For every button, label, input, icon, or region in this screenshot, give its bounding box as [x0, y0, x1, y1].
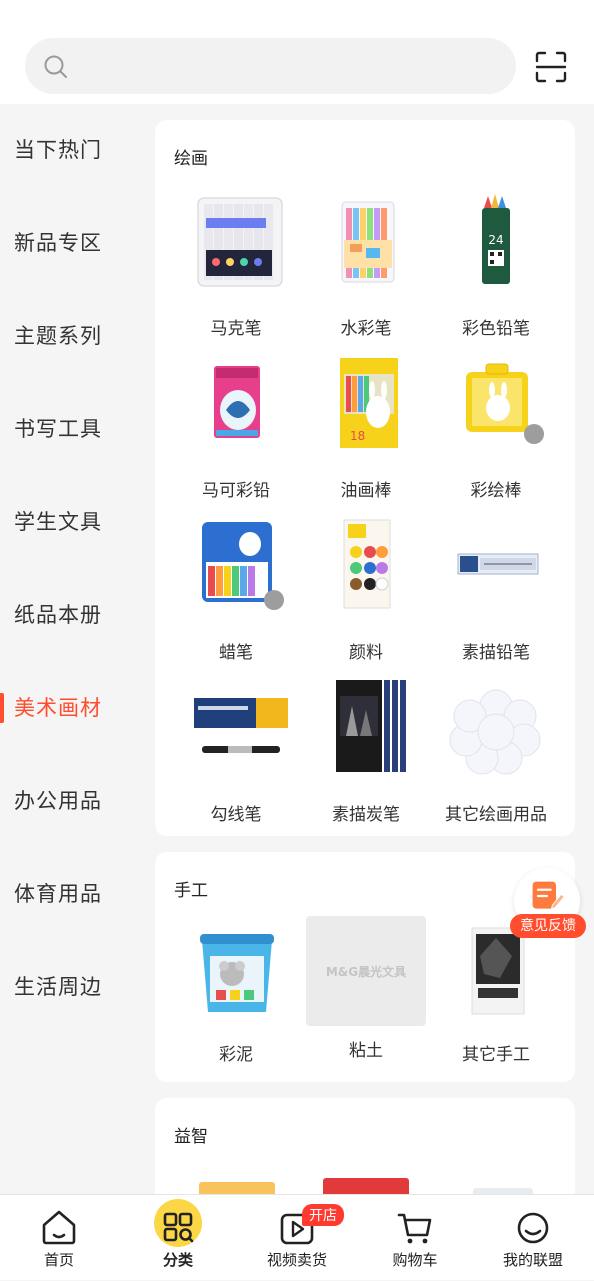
section-card-painting: 绘画 马克笔 水彩笔 24 彩色铅笔 马可彩铅 18 油画棒 彩绘棒 蜡笔 颜料…: [155, 120, 575, 836]
sidebar-item-theme[interactable]: 主题系列: [0, 306, 138, 366]
product-label: 素描炭笔: [332, 805, 400, 825]
product-label: 彩色铅笔: [462, 319, 530, 339]
color-pencil-box-image: [214, 366, 260, 438]
tab-label: 视频卖货: [266, 1251, 327, 1269]
feedback-label: 意见反馈: [510, 914, 586, 938]
marker-pen-image: [197, 197, 283, 287]
product-item[interactable]: 其它绘画用品: [431, 676, 561, 825]
product-item[interactable]: 彩泥: [171, 916, 301, 1065]
product-label: 水彩笔: [340, 319, 392, 339]
sidebar-item-student[interactable]: 学生文具: [0, 492, 138, 552]
product-label: 彩绘棒: [470, 481, 522, 501]
tab-home[interactable]: 首页: [0, 1195, 118, 1281]
section-title: 绘画: [174, 149, 208, 169]
category-icon: [163, 1212, 194, 1243]
product-label: 彩泥: [219, 1045, 253, 1065]
liner-pen-image: [194, 698, 288, 753]
product-item[interactable]: 马克笔: [171, 190, 301, 339]
search-bar[interactable]: [25, 38, 516, 94]
sidebar-item-art[interactable]: 美术画材: [0, 678, 138, 738]
sidebar-item-paper[interactable]: 纸品本册: [0, 585, 138, 645]
category-sidebar: 当下热门 新品专区 主题系列 书写工具 学生文具 纸品本册 美术画材 办公用品 …: [0, 104, 138, 1194]
product-label: 素描铅笔: [462, 643, 530, 663]
product-label: 其它绘画用品: [445, 805, 547, 825]
tab-cart[interactable]: 购物车: [356, 1195, 474, 1281]
product-item[interactable]: 水彩笔: [301, 190, 431, 339]
section-title: 益智: [174, 1127, 208, 1147]
tab-label: 首页: [43, 1251, 74, 1269]
product-item[interactable]: 24 彩色铅笔: [431, 190, 561, 339]
sidebar-item-writing[interactable]: 书写工具: [0, 399, 138, 459]
watercolor-pen-image: [341, 201, 395, 283]
tab-label: 购物车: [392, 1251, 438, 1269]
clay-bucket-image: [200, 934, 274, 1012]
sidebar-item-sports[interactable]: 体育用品: [0, 864, 138, 924]
product-item[interactable]: 蜡笔: [171, 514, 301, 663]
product-label: 油画棒: [340, 481, 392, 501]
paint-image: [343, 519, 391, 609]
product-label: 蜡笔: [219, 643, 253, 663]
product-label: 其它手工: [462, 1045, 530, 1065]
svg-text:24: 24: [488, 233, 503, 247]
product-item[interactable]: 勾线笔: [171, 676, 301, 825]
bottom-tab-bar: 首页 分类 视频卖货 购物车 我的联盟: [0, 1194, 594, 1280]
sketch-pencil-image: [457, 553, 539, 575]
product-item[interactable]: 素描炭笔: [301, 676, 431, 825]
product-item[interactable]: 18 油画棒: [301, 352, 431, 501]
product-item[interactable]: M&G晨光文具 粘土: [301, 916, 431, 1061]
top-bar: [0, 0, 594, 104]
crayon-image: [202, 522, 284, 610]
placeholder-logo: M&G晨光文具: [325, 965, 407, 979]
product-label: 勾线笔: [210, 805, 262, 825]
product-label: 马可彩铅: [202, 481, 270, 501]
tab-label: 我的联盟: [502, 1251, 563, 1269]
product-item[interactable]: 马可彩铅: [171, 352, 301, 501]
sidebar-item-office[interactable]: 办公用品: [0, 771, 138, 831]
clay-placeholder-image: M&G晨光文具: [306, 916, 426, 1026]
search-icon: [44, 55, 67, 78]
tab-my-alliance[interactable]: 我的联盟: [474, 1195, 592, 1281]
sidebar-item-hot[interactable]: 当下热门: [0, 120, 138, 180]
palette-image: [449, 689, 541, 775]
feedback-icon: [532, 881, 565, 910]
paint-stick-image: [466, 363, 544, 444]
scan-icon[interactable]: [534, 50, 568, 84]
product-item[interactable]: 彩绘棒: [431, 352, 561, 501]
profile-icon: [517, 1212, 549, 1244]
product-label: 马克笔: [210, 319, 262, 339]
sidebar-item-life[interactable]: 生活周边: [0, 957, 138, 1017]
product-item[interactable]: 颜料: [301, 514, 431, 663]
oil-pastel-image: 18: [340, 358, 398, 448]
sidebar-item-new[interactable]: 新品专区: [0, 213, 138, 273]
home-icon: [42, 1210, 76, 1245]
color-pencil-image: 24: [482, 194, 510, 284]
charcoal-pencil-image: [336, 680, 406, 772]
section-title: 手工: [174, 881, 208, 901]
product-item[interactable]: 素描铅笔: [431, 514, 561, 663]
svg-text:18: 18: [350, 429, 365, 443]
product-label: 颜料: [349, 643, 383, 663]
product-label: 粘土: [349, 1041, 383, 1061]
open-store-badge: 开店: [302, 1204, 344, 1226]
tab-label: 分类: [162, 1251, 193, 1269]
cart-icon: [397, 1213, 432, 1244]
tab-category[interactable]: 分类: [119, 1195, 237, 1281]
feedback-button[interactable]: 意见反馈: [510, 868, 586, 940]
